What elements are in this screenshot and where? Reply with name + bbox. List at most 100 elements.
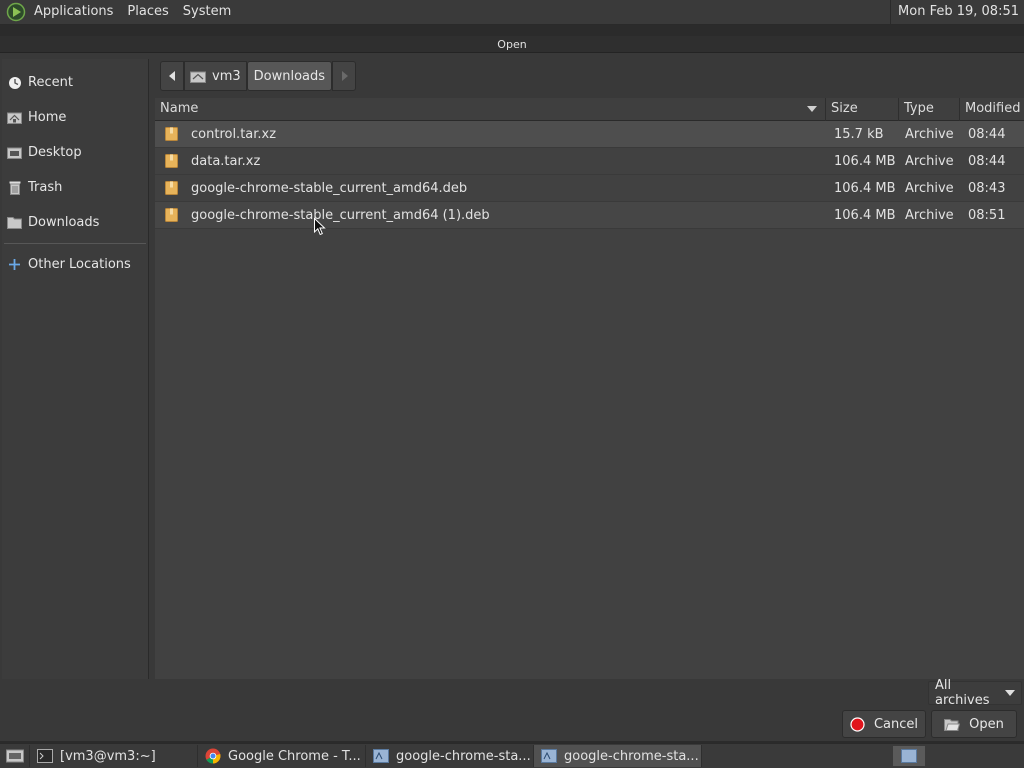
sidebar-separator [4,243,146,244]
open-button[interactable]: Open [931,710,1017,738]
path-segment-label: vm3 [212,68,241,84]
dialog-title: Open [0,36,1024,53]
sidebar-item-home[interactable]: Home [2,100,148,135]
column-header-modified[interactable]: Modified [960,98,1024,121]
trash-icon [7,180,22,195]
show-desktop-button[interactable] [0,745,30,767]
system-menu[interactable]: System [176,0,238,25]
taskbar-item-label: google-chrome-sta... [396,748,531,764]
workspace-icon [901,749,917,763]
column-header-type[interactable]: Type [899,98,960,121]
plus-icon [7,257,22,272]
file-type-filter-dropdown[interactable]: All archives [928,678,1022,708]
file-size: 15.7 kB [834,126,884,142]
taskbar-item-label: [vm3@vm3:~] [60,748,156,764]
file-type: Archive [905,180,954,196]
filter-label: All archives [935,678,990,708]
column-header-label: Modified [965,101,1021,116]
cancel-icon [850,716,865,732]
workspace-switcher[interactable] [893,746,925,766]
sidebar-item-label: Home [28,110,67,125]
column-header-label: Name [160,101,199,116]
file-row[interactable]: data.tar.xz 106.4 MB Archive 08:44 [155,148,1024,175]
open-file-dialog: Open Recent Home Desktop Trash Downloads… [0,36,1024,741]
path-bar: vm3 Downloads [160,60,357,92]
clock[interactable]: Mon Feb 19, 08:51 [890,0,1024,25]
file-name: google-chrome-stable_current_amd64.deb [191,180,468,196]
file-size: 106.4 MB [834,153,896,169]
chrome-icon [204,748,221,764]
top-panel: Applications Places System Mon Feb 19, 0… [0,0,1024,25]
file-modified: 08:44 [968,126,1006,142]
file-list: Name Size Type Modified control.tar.xz 1… [155,98,1024,679]
taskbar-item-label: Google Chrome - T... [228,748,361,764]
sidebar-item-label: Trash [28,180,63,195]
file-name: google-chrome-stable_current_amd64 (1).d… [191,207,490,223]
mouse-pointer-icon [314,218,326,236]
file-type: Archive [905,153,954,169]
file-modified: 08:51 [968,207,1006,223]
show-desktop-icon [5,749,24,763]
column-header-label: Size [831,101,858,116]
folder-icon [7,215,22,230]
home-icon [190,71,206,83]
cancel-label: Cancel [873,716,919,732]
path-segment-label: Downloads [253,68,326,84]
terminal-icon [36,748,53,764]
open-folder-icon [944,718,961,731]
list-header: Name Size Type Modified [155,98,1024,121]
file-size: 106.4 MB [834,207,896,223]
places-sidebar: Recent Home Desktop Trash Downloads Othe… [2,59,149,679]
sidebar-item-label: Other Locations [28,257,131,272]
sidebar-item-desktop[interactable]: Desktop [2,135,148,170]
taskbar-item-file-dialog-active[interactable]: google-chrome-sta... [534,745,702,767]
sidebar-item-label: Recent [28,75,73,90]
cancel-button[interactable]: Cancel [842,710,926,738]
chevron-left-icon [168,71,175,81]
taskbar-item-label: google-chrome-sta... [564,748,699,764]
column-header-size[interactable]: Size [826,98,899,121]
archive-file-icon [165,208,178,222]
file-size: 106.4 MB [834,180,896,196]
archive-file-icon [165,154,178,168]
file-type: Archive [905,207,954,223]
taskbar-item-file-dialog[interactable]: google-chrome-sta... [366,745,534,767]
taskbar-item-terminal[interactable]: [vm3@vm3:~] [30,745,198,767]
taskbar: [vm3@vm3:~] Google Chrome - T... google-… [0,743,1024,768]
file-row[interactable]: google-chrome-stable_current_amd64.deb 1… [155,175,1024,202]
file-dialog-icon [372,748,389,764]
sidebar-item-trash[interactable]: Trash [2,170,148,205]
file-modified: 08:43 [968,180,1006,196]
file-name: data.tar.xz [191,153,261,169]
distro-logo-icon[interactable] [6,2,26,22]
applications-menu[interactable]: Applications [27,0,120,25]
sidebar-item-other-locations[interactable]: Other Locations [2,247,148,282]
path-forward-button[interactable] [332,61,357,91]
archive-file-icon [165,181,178,195]
home-icon [7,110,22,125]
file-row[interactable]: control.tar.xz 15.7 kB Archive 08:44 [155,121,1024,148]
file-name: control.tar.xz [191,126,277,142]
places-menu[interactable]: Places [120,0,175,25]
sidebar-item-label: Downloads [28,215,100,230]
recent-icon [7,75,22,90]
sidebar-item-label: Desktop [28,145,82,160]
sidebar-item-downloads[interactable]: Downloads [2,205,148,240]
column-header-name[interactable]: Name [155,98,826,121]
archive-file-icon [165,127,178,141]
path-segment-vm3[interactable]: vm3 [184,61,247,91]
file-modified: 08:44 [968,153,1006,169]
sort-descending-icon [807,106,817,112]
taskbar-item-chrome[interactable]: Google Chrome - T... [198,745,366,767]
file-dialog-icon [540,748,557,764]
chevron-down-icon [1005,690,1015,696]
open-label: Open [969,716,1004,732]
file-row[interactable]: google-chrome-stable_current_amd64 (1).d… [155,202,1024,229]
chevron-right-icon [341,71,348,81]
column-header-label: Type [904,101,934,116]
file-type: Archive [905,126,954,142]
path-segment-downloads[interactable]: Downloads [246,61,333,91]
path-back-button[interactable] [160,61,184,91]
sidebar-item-recent[interactable]: Recent [2,65,148,100]
desktop-icon [7,145,22,160]
